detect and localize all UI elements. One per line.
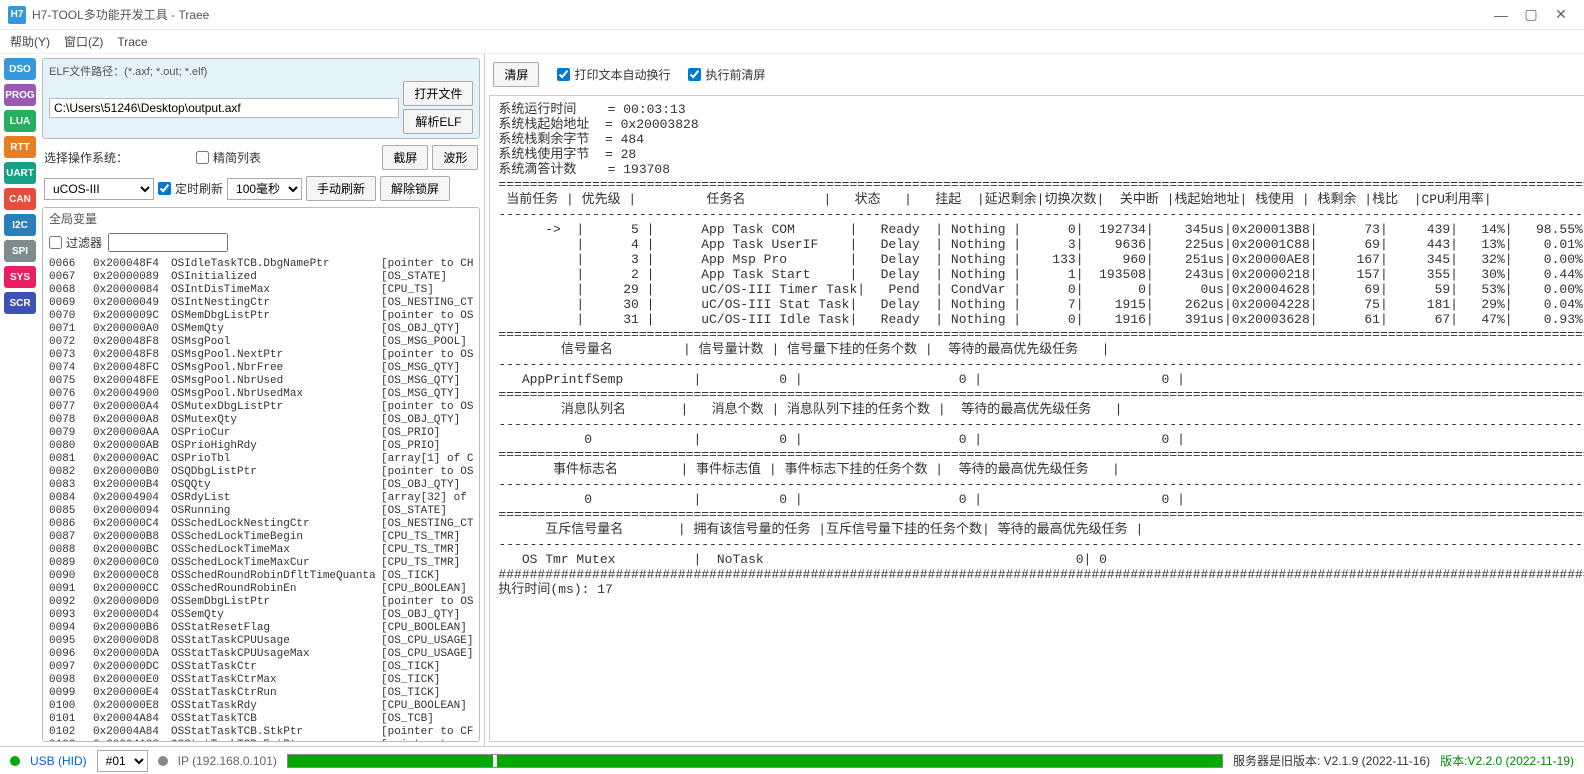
- gv-row[interactable]: 00740x200048FCOSMsgPool.NbrFree[OS_MSG_Q…: [49, 362, 473, 375]
- gv-row[interactable]: 00990x200000E4OSStatTaskCtrRun[OS_TICK]: [49, 687, 473, 700]
- open-file-button[interactable]: 打开文件: [403, 81, 473, 106]
- left-panel: ELF文件路径：(*.axf; *.out; *.elf) 打开文件 解析ELF…: [38, 54, 485, 746]
- parse-elf-button[interactable]: 解析ELF: [403, 109, 473, 134]
- auto-wrap-checkbox[interactable]: 打印文本自动换行: [557, 66, 670, 83]
- gv-row[interactable]: 00980x200000E0OSStatTaskCtrMax[OS_TICK]: [49, 674, 473, 687]
- gv-row[interactable]: 01020x20004A84OSStatTaskTCB.StkPtr[point…: [49, 726, 473, 739]
- window-title: H7-TOOL多功能开发工具 - Traee: [32, 6, 1486, 23]
- gv-row[interactable]: 00830x200000B4OSQQty[OS_OBJ_QTY]: [49, 479, 473, 492]
- gv-title: 全局变量: [43, 208, 479, 229]
- gv-row[interactable]: 00880x200000BCOSSchedLockTimeMax[CPU_TS_…: [49, 544, 473, 557]
- maximize-button[interactable]: ▢: [1516, 6, 1546, 23]
- usb-status-dot: [10, 756, 20, 766]
- elf-path-input[interactable]: [49, 98, 399, 118]
- gv-row[interactable]: 00940x200000B6OSStatResetFlag[CPU_BOOLEA…: [49, 622, 473, 635]
- filter-input[interactable]: [108, 233, 228, 252]
- gv-row[interactable]: 00780x200000A8OSMutexQty[OS_OBJ_QTY]: [49, 414, 473, 427]
- gv-row[interactable]: 00970x200000DCOSStatTaskCtr[OS_TICK]: [49, 661, 473, 674]
- ip-label[interactable]: IP (192.168.0.101): [178, 754, 277, 768]
- gv-row[interactable]: 00700x2000009COSMemDbgListPtr[pointer to…: [49, 310, 473, 323]
- gv-row[interactable]: 00720x200048F8OSMsgPool[OS_MSG_POOL]: [49, 336, 473, 349]
- gv-row[interactable]: 00760x20004900OSMsgPool.NbrUsedMax[OS_MS…: [49, 388, 473, 401]
- gv-row[interactable]: 00840x20004904OSRdyList[array[32] of: [49, 492, 473, 505]
- wave-button[interactable]: 波形: [432, 145, 478, 170]
- menu-bar: 帮助(Y) 窗口(Z) Trace: [0, 30, 1584, 54]
- gv-row[interactable]: 00660x200048F4OSIdleTaskTCB.DbgNamePtr[p…: [49, 258, 473, 271]
- gv-row[interactable]: 01010x20004A84OSStatTaskTCB[OS_TCB]: [49, 713, 473, 726]
- gv-row[interactable]: 00800x200000ABOSPrioHighRdy[OS_PRIO]: [49, 440, 473, 453]
- tab-uart[interactable]: UART: [4, 162, 36, 184]
- gv-row[interactable]: 00860x200000C4OSSchedLockNestingCtr[OS_N…: [49, 518, 473, 531]
- menu-trace[interactable]: Trace: [117, 35, 147, 49]
- gv-row[interactable]: 00790x200000AAOSPrioCur[OS_PRIO]: [49, 427, 473, 440]
- device-num-select[interactable]: #01: [97, 750, 148, 772]
- gv-row[interactable]: 00730x200048F8OSMsgPool.NextPtr[pointer …: [49, 349, 473, 362]
- side-tabs: DSO PROG LUA RTT UART CAN I2C SPI SYS SC…: [0, 54, 38, 746]
- timed-refresh-checkbox[interactable]: 定时刷新: [158, 180, 223, 197]
- gv-row[interactable]: 00950x200000D8OSStatTaskCPUUsage[OS_CPU_…: [49, 635, 473, 648]
- tab-spi[interactable]: SPI: [4, 240, 36, 262]
- tab-lua[interactable]: LUA: [4, 110, 36, 132]
- gv-row[interactable]: 01000x200000E8OSStatTaskRdy[CPU_BOOLEAN]: [49, 700, 473, 713]
- progress-bar: [287, 754, 1223, 768]
- gv-row[interactable]: 00680x20000084OSIntDisTimeMax[CPU_TS]: [49, 284, 473, 297]
- gv-row[interactable]: 00890x200000C0OSSchedLockTimeMaxCur[CPU_…: [49, 557, 473, 570]
- tab-rtt[interactable]: RTT: [4, 136, 36, 158]
- usb-label[interactable]: USB (HID): [30, 754, 87, 768]
- global-vars-panel: 全局变量 过滤器 00660x200048F4OSIdleTaskTCB.Dbg…: [42, 207, 480, 742]
- tab-scr[interactable]: SCR: [4, 292, 36, 314]
- filter-checkbox[interactable]: 过滤器: [49, 234, 102, 251]
- gv-row[interactable]: 00870x200000B8OSSchedLockTimeBegin[CPU_T…: [49, 531, 473, 544]
- gv-row[interactable]: 00770x200000A4OSMutexDbgListPtr[pointer …: [49, 401, 473, 414]
- gv-row[interactable]: 00810x200000ACOSPrioTbl[array[1] of C: [49, 453, 473, 466]
- interval-select[interactable]: 100毫秒: [227, 178, 302, 200]
- console-output[interactable]: 系统运行时间 = 00:03:13 系统栈起始地址 = 0x20003828 系…: [489, 95, 1584, 742]
- gv-row[interactable]: 00930x200000D4OSSemQty[OS_OBJ_QTY]: [49, 609, 473, 622]
- tab-prog[interactable]: PROG: [4, 84, 36, 106]
- gv-row[interactable]: 00670x20000089OSInitialized[OS_STATE]: [49, 271, 473, 284]
- app-icon: H7: [8, 6, 26, 24]
- gv-row[interactable]: 00750x200048FEOSMsgPool.NbrUsed[OS_MSG_Q…: [49, 375, 473, 388]
- gv-row[interactable]: 00690x20000049OSIntNestingCtr[OS_NESTING…: [49, 297, 473, 310]
- compact-checkbox[interactable]: 精简列表: [196, 149, 261, 166]
- server-version: 服务器是旧版本: V2.1.9 (2022-11-16): [1233, 752, 1430, 769]
- screenshot-button[interactable]: 截屏: [382, 145, 428, 170]
- gv-row[interactable]: 00960x200000DAOSStatTaskCPUUsageMax[OS_C…: [49, 648, 473, 661]
- close-button[interactable]: ✕: [1546, 6, 1576, 23]
- tab-dso[interactable]: DSO: [4, 58, 36, 80]
- tab-sys[interactable]: SYS: [4, 266, 36, 288]
- gv-row[interactable]: 01030x20004A88OSStatTaskTCB.ExtPtr[point…: [49, 739, 473, 741]
- app-version: 版本:V2.2.0 (2022-11-19): [1440, 752, 1574, 769]
- gv-row[interactable]: 00850x20000094OSRunning[OS_STATE]: [49, 505, 473, 518]
- elf-label: ELF文件路径：(*.axf; *.out; *.elf): [49, 63, 473, 79]
- gv-row[interactable]: 00920x200000D0OSSemDbgListPtr[pointer to…: [49, 596, 473, 609]
- gv-row[interactable]: 00710x200000A0OSMemQty[OS_OBJ_QTY]: [49, 323, 473, 336]
- gv-row[interactable]: 00820x200000B0OSQDbgListPtr[pointer to O…: [49, 466, 473, 479]
- unlock-button[interactable]: 解除锁屏: [380, 176, 450, 201]
- tab-can[interactable]: CAN: [4, 188, 36, 210]
- title-bar: H7 H7-TOOL多功能开发工具 - Traee — ▢ ✕: [0, 0, 1584, 30]
- status-bar: USB (HID) #01 IP (192.168.0.101) 服务器是旧版本…: [0, 746, 1584, 774]
- tab-i2c[interactable]: I2C: [4, 214, 36, 236]
- right-panel: 清屏 打印文本自动换行 执行前清屏 系统运行时间 = 00:03:13 系统栈起…: [485, 54, 1584, 746]
- minimize-button[interactable]: —: [1486, 7, 1516, 23]
- menu-help[interactable]: 帮助(Y): [10, 33, 50, 50]
- elf-group: ELF文件路径：(*.axf; *.out; *.elf) 打开文件 解析ELF: [42, 58, 480, 139]
- ip-status-dot: [158, 756, 168, 766]
- right-toolbar: 清屏 打印文本自动换行 执行前清屏: [489, 58, 1584, 91]
- clear-button[interactable]: 清屏: [493, 62, 539, 87]
- os-label: 选择操作系统：: [44, 149, 128, 166]
- gv-list[interactable]: 00660x200048F4OSIdleTaskTCB.DbgNamePtr[p…: [43, 256, 479, 741]
- menu-window[interactable]: 窗口(Z): [64, 33, 103, 50]
- gv-row[interactable]: 00910x200000CCOSSchedRoundRobinEn[CPU_BO…: [49, 583, 473, 596]
- manual-refresh-button[interactable]: 手动刷新: [306, 176, 376, 201]
- os-select[interactable]: uCOS-III: [44, 178, 154, 200]
- clear-before-exec-checkbox[interactable]: 执行前清屏: [688, 66, 765, 83]
- gv-row[interactable]: 00900x200000C8OSSchedRoundRobinDfltTimeQ…: [49, 570, 473, 583]
